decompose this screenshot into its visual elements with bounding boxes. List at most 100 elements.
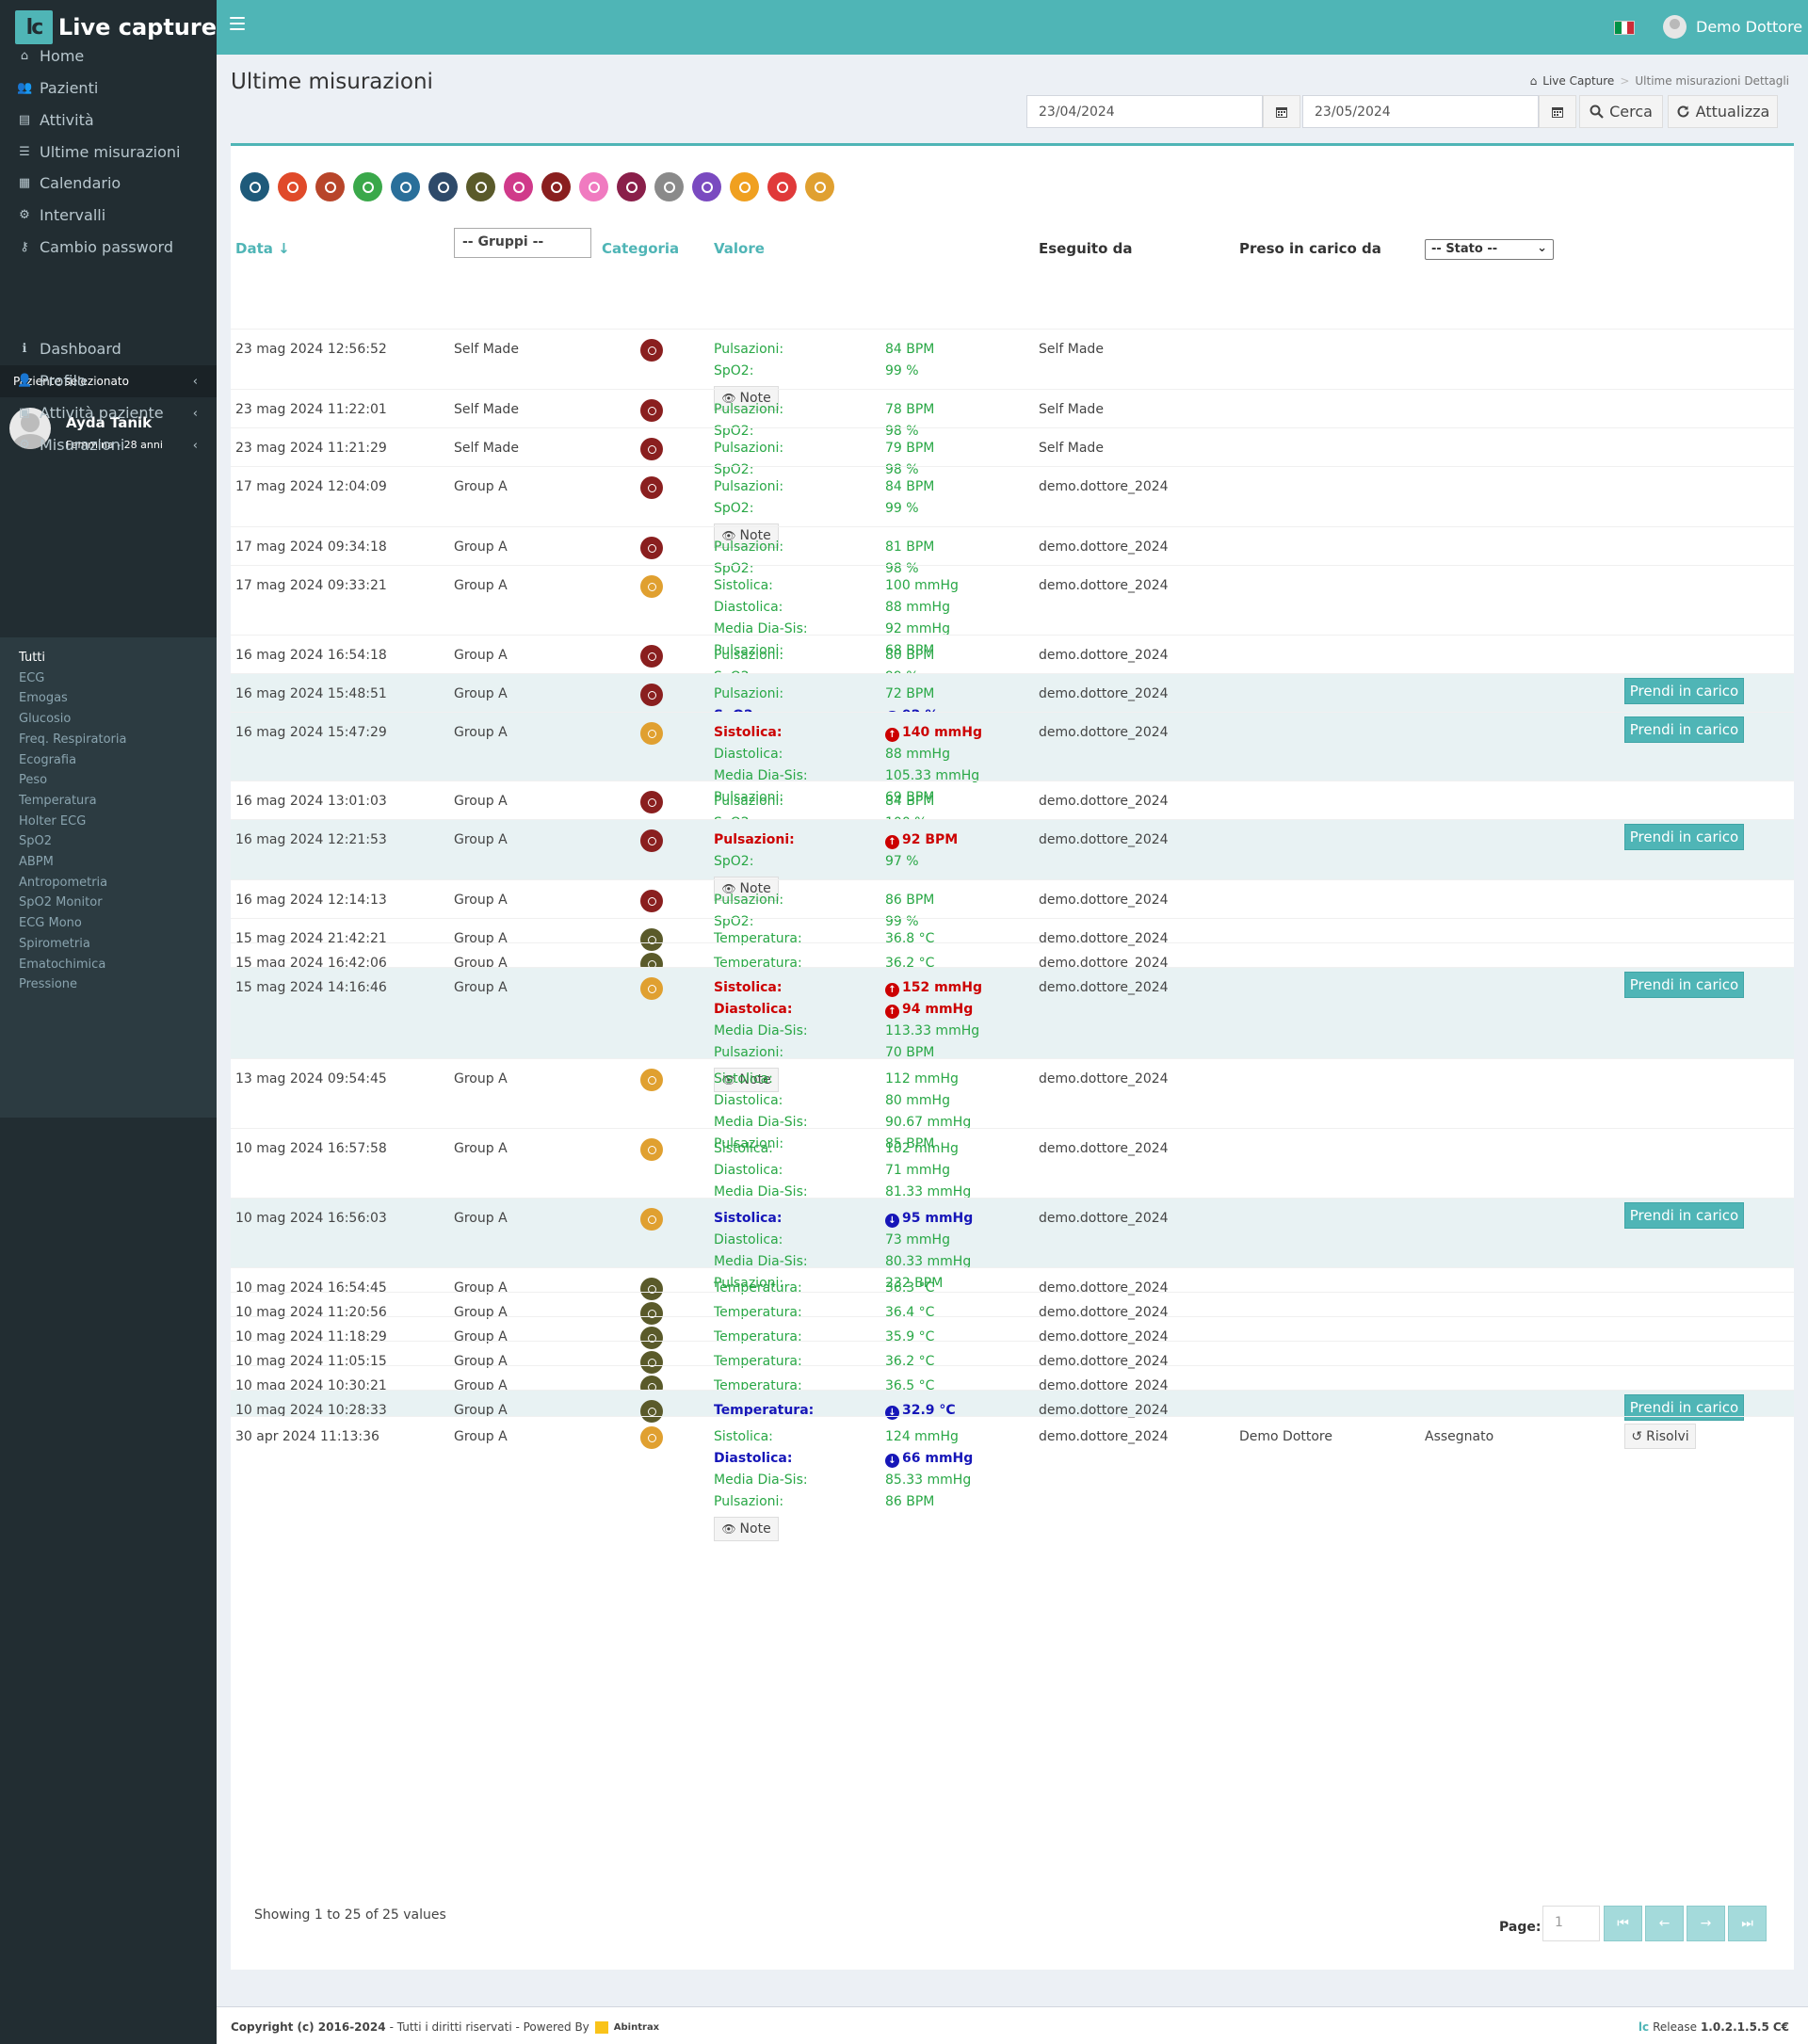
submenu-item[interactable]: Holter ECG [19,814,86,829]
submenu-item[interactable]: Glucosio [19,712,71,726]
menu-toggle-icon[interactable] [230,17,245,30]
refresh-button[interactable]: Attualizza [1668,95,1778,128]
fast-backward-icon: ⏮ [1617,1916,1629,1931]
measure-label: Sistolica: [714,1211,783,1226]
row-date: 17 mag 2024 09:33:21 [235,578,387,593]
arrow-down-circle-icon: ↓ [885,1214,899,1228]
ecg-icon[interactable] [240,172,269,201]
list-alt-icon: ▤ [18,112,31,127]
search-label: Cerca [1609,103,1653,121]
row-date: 23 mag 2024 12:56:52 [235,342,387,357]
search-button[interactable]: Cerca [1579,95,1663,128]
next-page-button[interactable]: → [1687,1906,1725,1941]
sidebar-item-cambio-password[interactable]: ⚷ Cambio password [0,225,217,269]
row-executed-by: demo.dottore_2024 [1039,1211,1169,1226]
breadcrumb-home[interactable]: Live Capture [1542,74,1614,88]
blood-drop-icon[interactable] [278,172,307,201]
value-text: 112 mmHg [885,1071,959,1086]
submenu-item[interactable]: Ecografia [19,753,76,767]
footer-copyright: Copyright (c) 2016-2024 - Tutti i diritt… [231,2020,659,2034]
submenu-item[interactable]: Freq. Respiratoria [19,732,126,747]
first-page-button[interactable]: ⏮ [1604,1906,1642,1941]
page-number-input[interactable]: 1 [1542,1906,1600,1941]
language-flag-icon[interactable] [1614,21,1635,35]
fast-forward-icon: ⏭ [1741,1916,1753,1931]
anthropometry-icon[interactable] [617,172,646,201]
chevron-left-icon: ‹ [192,439,198,453]
glucose-icon[interactable] [315,172,345,201]
submenu-item[interactable]: Pressione [19,977,77,991]
ecg-mono-icon[interactable] [692,172,721,201]
spo2-icon [640,438,663,460]
submenu-item[interactable]: Antropometria [19,876,107,890]
submenu-item[interactable]: ECG Mono [19,916,82,930]
table-row: 15 mag 2024 14:16:46 Group A Sistolica: Dia… [231,967,1794,1092]
take-charge-button[interactable]: Prendi in carico [1624,716,1744,743]
note-button[interactable]: 👁 Note [714,1517,779,1541]
measure-value: 80 BPM [885,645,934,667]
powered-by[interactable]: Abintrax [614,2022,659,2033]
table-row: 10 mag 2024 16:56:03 Group A Sistolica: Dia… [231,1198,1794,1291]
page-label: Page: [1499,1920,1542,1935]
spo2-monitor-icon[interactable] [654,172,684,201]
take-charge-button[interactable]: Prendi in carico [1624,824,1744,850]
submenu-item[interactable]: Tutti [19,651,45,665]
submenu-item[interactable]: SpO2 Monitor [19,895,103,909]
date-to-calendar-icon[interactable] [1539,95,1576,128]
lab-icon[interactable] [767,172,797,201]
measure-label: Sistolica: [714,1141,773,1156]
take-charge-button[interactable]: Prendi in carico [1624,1202,1744,1229]
last-page-button[interactable]: ⏭ [1728,1906,1767,1941]
submenu-item[interactable]: Ematochimica [19,958,105,972]
page-title: Ultime misurazioni [231,70,433,94]
column-header-date[interactable]: Data ↓ [235,240,290,257]
abpm-icon[interactable] [579,172,608,201]
submenu-item[interactable]: SpO2 [19,834,52,848]
measure-label: SpO2: [714,363,754,378]
lungs-icon[interactable] [353,172,382,201]
submenu-item[interactable]: Temperatura [19,794,97,808]
measure-label: Diastolica: [714,1163,783,1178]
prev-page-button[interactable]: ← [1645,1906,1684,1941]
footer-release: lc Release 1.0.2.1.5.5 C€ [1638,2020,1789,2034]
measurements-box: Data ↓ -- Gruppi -- Categoria Valore Ese… [231,143,1794,1970]
column-header-value: Valore [714,240,765,257]
table-row: 10 mag 2024 11:20:56 Group A Temperatura: 3… [231,1292,1794,1325]
submenu-item[interactable]: ABPM [19,855,54,869]
take-charge-button[interactable]: Prendi in carico [1624,678,1744,704]
date-from-calendar-icon[interactable] [1263,95,1300,128]
submenu-item[interactable]: Spirometria [19,937,90,951]
row-date: 23 mag 2024 11:21:29 [235,441,387,456]
row-group: Group A [454,686,508,701]
solve-button[interactable]: ↺ Risolvi [1624,1424,1696,1449]
measure-value: ↑ 92 BPM [885,829,958,851]
holter-icon[interactable] [504,172,533,201]
date-from-input[interactable]: 23/04/2024 [1026,95,1263,128]
sidebar-item-misurazioni[interactable]: ⚙ Misurazioni ‹ [0,423,217,467]
groups-filter-select[interactable]: -- Gruppi -- [454,228,591,258]
sidebar-item-label: Ultime misurazioni [40,143,181,161]
submenu-item[interactable]: Emogas [19,691,68,705]
value-text: 102 mmHg [885,1141,959,1156]
rights-text: - Tutti i diritti riservati - Powered By [389,2020,589,2034]
spo2-icon [640,339,663,362]
pressure-icon [640,1069,663,1091]
weight-icon[interactable] [428,172,458,201]
date-to-input[interactable]: 23/05/2024 [1302,95,1539,128]
sidebar-item-label: Calendario [40,174,121,192]
status-filter-select[interactable]: -- Stato -- ⌄ [1425,239,1554,260]
measure-value: 73 mmHg [885,1230,973,1251]
breadcrumb: ⌂ Live Capture > Ultime misurazioni Dett… [1530,74,1789,88]
submenu-item[interactable]: ECG [19,671,44,685]
take-charge-button[interactable]: Prendi in carico [1624,972,1744,998]
user-menu[interactable]: Demo Dottore [1663,15,1802,39]
thermometer-icon[interactable] [466,172,495,201]
spo2-icon[interactable] [541,172,571,201]
row-labels: Pulsazioni: SpO2: [714,829,795,873]
pressure-icon[interactable] [805,172,834,201]
row-group: Self Made [454,342,519,357]
spirometry-icon[interactable] [730,172,759,201]
refresh-icon [1677,105,1689,118]
submenu-item[interactable]: Peso [19,773,47,787]
ultrasound-icon[interactable] [391,172,420,201]
